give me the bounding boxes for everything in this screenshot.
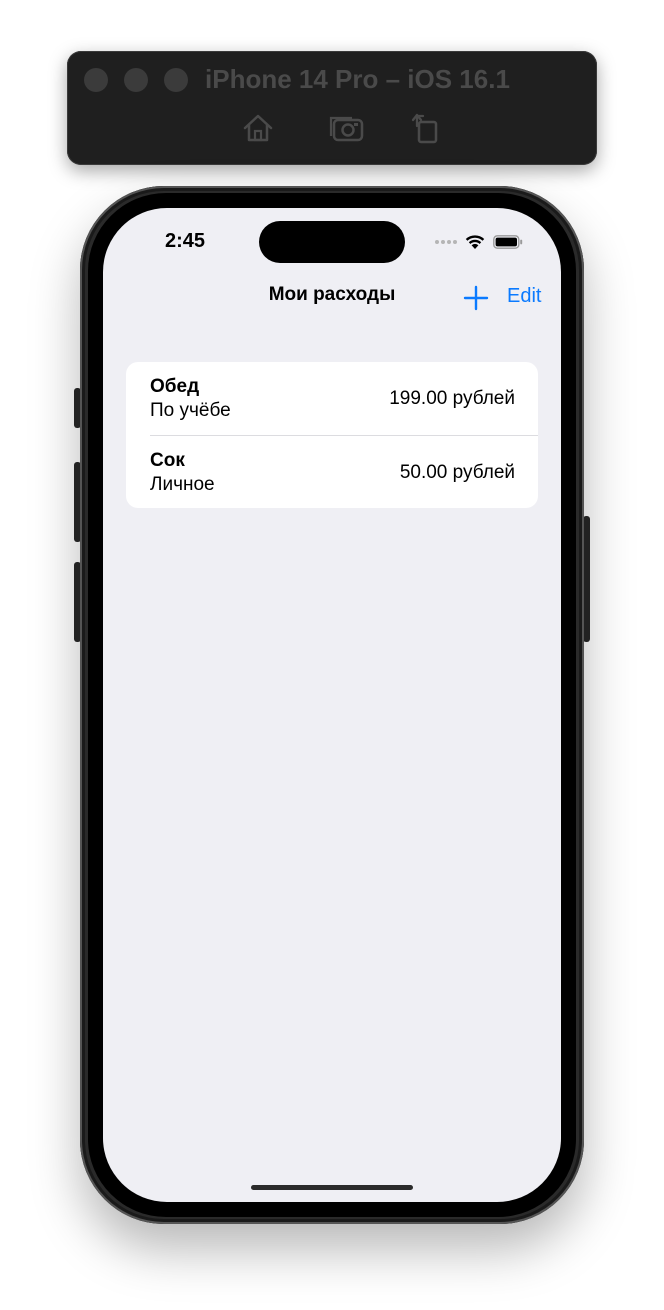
window-zoom-button[interactable] xyxy=(164,68,188,92)
window-close-button[interactable] xyxy=(84,68,108,92)
simulator-stage: iPhone 14 Pro – iOS 16.1 2:45 Мои расход… xyxy=(0,0,664,1310)
simulator-title: iPhone 14 Pro – iOS 16.1 xyxy=(205,64,510,94)
screenshot-icon[interactable] xyxy=(328,110,364,146)
expense-category: По учёбе xyxy=(150,400,231,421)
phone-screen: 2:45 Мои расходы Edit Обед По учёбе 199.… xyxy=(103,208,561,1202)
rotate-icon[interactable] xyxy=(408,110,444,146)
edit-button[interactable]: Edit xyxy=(507,284,541,308)
dynamic-island xyxy=(259,221,405,263)
cellular-signal-icon xyxy=(435,240,457,244)
power-button xyxy=(583,516,590,642)
status-time: 2:45 xyxy=(165,230,206,252)
plus-icon xyxy=(463,285,489,311)
expense-row[interactable]: Обед По учёбе 199.00 рублей xyxy=(126,362,538,435)
expense-amount: 50.00 рублей xyxy=(399,462,515,483)
add-expense-button[interactable] xyxy=(462,284,490,312)
expense-name: Обед xyxy=(150,376,200,397)
home-icon[interactable] xyxy=(240,110,276,146)
nav-title: Мои расходы xyxy=(268,284,396,305)
expenses-list: Обед По учёбе 199.00 рублей Сок Личное 5… xyxy=(126,362,538,508)
expense-name: Сок xyxy=(150,450,185,471)
expense-amount: 199.00 рублей xyxy=(389,388,515,409)
status-indicators xyxy=(435,233,523,251)
expense-row[interactable]: Сок Личное 50.00 рублей xyxy=(150,435,538,508)
window-minimize-button[interactable] xyxy=(124,68,148,92)
wifi-icon xyxy=(465,235,485,249)
battery-icon xyxy=(493,235,523,249)
home-indicator[interactable] xyxy=(251,1185,413,1190)
expense-category: Личное xyxy=(150,474,215,495)
